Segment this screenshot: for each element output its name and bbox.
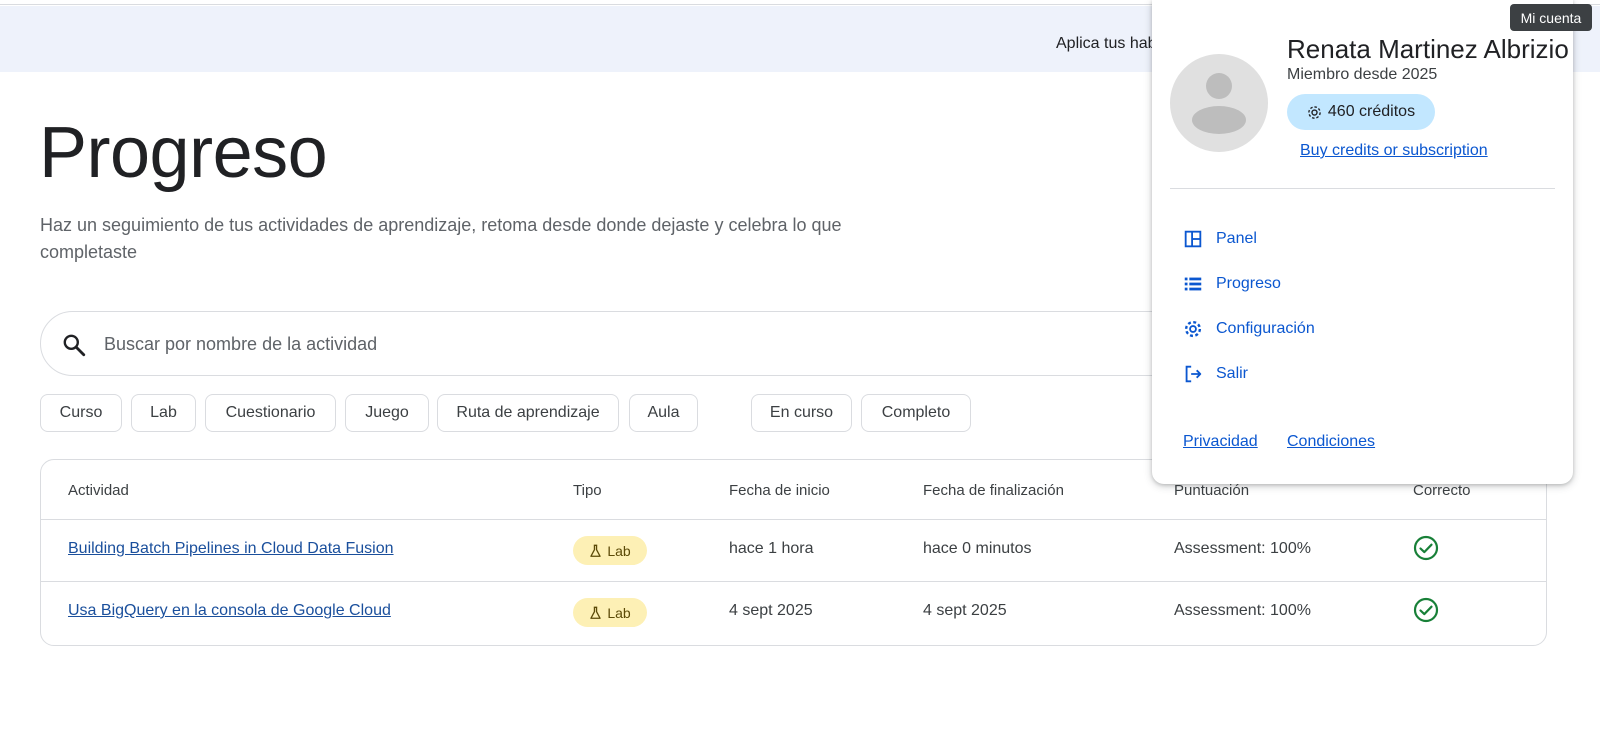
account-menu: Renata Martinez Albrizio Miembro desde 2… [1152,0,1573,484]
header-puntuacion: Puntuación [1174,482,1250,499]
search-bar[interactable] [40,311,1240,376]
credits-label: 460 créditos [1327,103,1416,120]
header-tipo: Tipo [573,482,602,499]
row-divider [41,581,1546,582]
page-subtitle: Haz un seguimiento de tus actividades de… [40,215,842,262]
activity-table: Actividad Tipo Fecha de inicio Fecha de … [40,459,1547,646]
start-date-cell: 4 sept 2025 [729,602,813,619]
menu-item-label: Salir [1216,365,1249,382]
banner-text: Aplica tus hab [1056,35,1157,52]
menu-item-salir[interactable]: Salir [1182,361,1248,387]
logout-icon [1185,365,1202,383]
flask-icon [590,606,602,619]
start-date-cell: hace 1 hora [729,540,814,557]
row-divider [41,519,1546,520]
filter-chip-cuestionario[interactable]: Cuestionario [205,394,336,432]
menu-item-label: Progreso [1216,275,1281,292]
type-badge-label: Lab [607,604,631,621]
filter-chip-en-curso[interactable]: En curso [751,394,852,432]
header-correcto: Correcto [1413,482,1471,499]
activity-cell: Usa BigQuery en la consola de Google Clo… [68,602,391,620]
filter-chip-juego[interactable]: Juego [345,394,429,432]
menu-item-progreso[interactable]: Progreso [1182,271,1281,297]
filter-chip-ruta[interactable]: Ruta de aprendizaje [437,394,619,432]
menu-item-configuracion[interactable]: Configuración [1182,316,1315,342]
score-cell: Assessment: 100% [1174,540,1311,557]
filter-chip-curso[interactable]: Curso [40,394,122,432]
flask-icon [590,544,602,557]
list-icon [1184,277,1202,291]
user-name: Renata Martinez Albrizio [1287,34,1569,64]
end-date-cell: hace 0 minutos [923,540,1032,557]
filter-chip-aula[interactable]: Aula [629,394,698,432]
member-since: Miembro desde 2025 [1287,66,1438,83]
check-circle-icon [1413,535,1439,561]
type-badge: Lab [573,536,647,565]
account-tooltip: Mi cuenta [1510,4,1592,31]
activity-link[interactable]: Building Batch Pipelines in Cloud Data F… [68,540,394,557]
search-input[interactable] [104,328,1004,360]
activity-link[interactable]: Usa BigQuery en la consola de Google Clo… [68,602,391,619]
credits-badge: 460 créditos [1287,94,1435,130]
dashboard-icon [1184,230,1202,248]
header-fecha-finalizacion: Fecha de finalización [923,482,1064,499]
menu-item-label: Panel [1216,230,1257,247]
person-icon [1192,73,1246,134]
header-fecha-inicio: Fecha de inicio [729,482,830,499]
avatar [1170,54,1268,152]
activity-cell: Building Batch Pipelines in Cloud Data F… [68,540,394,558]
menu-divider [1170,188,1555,189]
credits-icon [1308,105,1321,119]
menu-item-label: Configuración [1216,320,1315,337]
score-cell: Assessment: 100% [1174,602,1311,619]
end-date-cell: 4 sept 2025 [923,602,1007,619]
filter-chip-completo[interactable]: Completo [861,394,971,432]
privacy-link[interactable]: Privacidad [1183,433,1258,451]
gear-icon [1184,320,1202,338]
search-icon [63,334,86,357]
header-actividad: Actividad [68,482,129,499]
terms-link[interactable]: Condiciones [1287,433,1375,451]
menu-item-panel[interactable]: Panel [1182,226,1257,252]
filter-chip-lab[interactable]: Lab [131,394,196,432]
type-badge: Lab [573,598,647,627]
check-circle-icon [1413,597,1439,623]
buy-credits-link[interactable]: Buy credits or subscription [1300,142,1488,160]
type-badge-label: Lab [607,542,631,559]
page-title: Progreso [39,113,328,193]
